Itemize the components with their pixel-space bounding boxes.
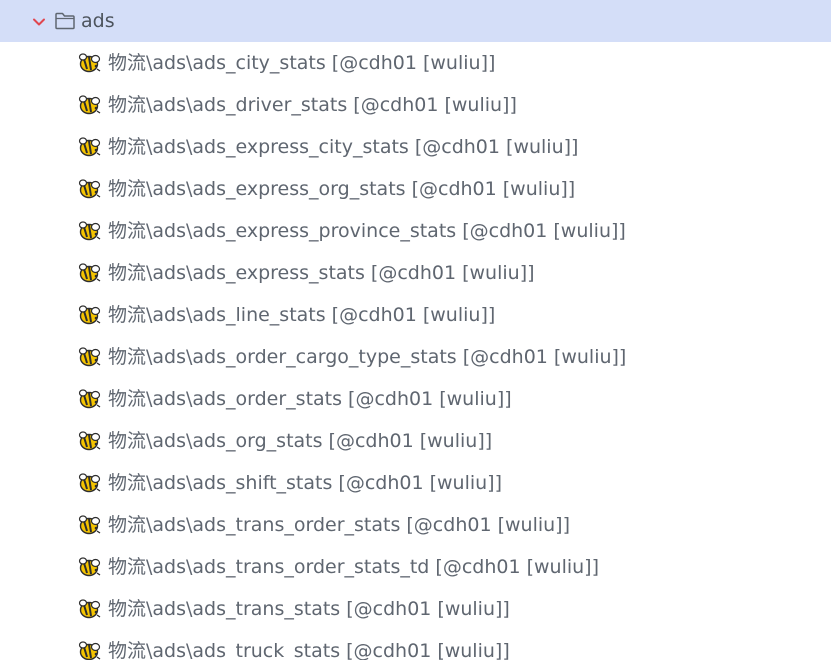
hive-bee-icon (78, 220, 102, 242)
tree-item-label: 物流\ads\ads_express_org_stats [@cdh01 [wu… (108, 178, 576, 200)
hive-bee-icon (78, 430, 102, 452)
tree-item[interactable]: 物流\ads\ads_shift_stats [@cdh01 [wuliu]] (0, 462, 831, 504)
hive-bee-icon (78, 94, 102, 116)
tree-children: 物流\ads\ads_city_stats [@cdh01 [wuliu]] 物… (0, 42, 831, 660)
hive-bee-icon (78, 556, 102, 578)
tree-item-label: 物流\ads\ads_city_stats [@cdh01 [wuliu]] (108, 52, 496, 74)
tree-item-label: 物流\ads\ads_trans_stats [@cdh01 [wuliu]] (108, 598, 510, 620)
hive-bee-icon (78, 388, 102, 410)
tree-item[interactable]: 物流\ads\ads_city_stats [@cdh01 [wuliu]] (0, 42, 831, 84)
folder-row-ads[interactable]: ads (0, 0, 831, 42)
tree-item-label: 物流\ads\ads_driver_stats [@cdh01 [wuliu]] (108, 94, 517, 116)
tree-item-label: 物流\ads\ads_trans_order_stats [@cdh01 [wu… (108, 514, 570, 536)
tree-item-label: 物流\ads\ads_express_province_stats [@cdh0… (108, 220, 626, 242)
tree-item-label: 物流\ads\ads_line_stats [@cdh01 [wuliu]] (108, 304, 496, 326)
tree-item[interactable]: 物流\ads\ads_line_stats [@cdh01 [wuliu]] (0, 294, 831, 336)
tree-item[interactable]: 物流\ads\ads_express_stats [@cdh01 [wuliu]… (0, 252, 831, 294)
tree-item[interactable]: 物流\ads\ads_trans_order_stats_td [@cdh01 … (0, 546, 831, 588)
tree-item[interactable]: 物流\ads\ads_trans_stats [@cdh01 [wuliu]] (0, 588, 831, 630)
tree-item-label: 物流\ads\ads_order_stats [@cdh01 [wuliu]] (108, 388, 512, 410)
tree-item[interactable]: 物流\ads\ads_truck_stats [@cdh01 [wuliu]] (0, 630, 831, 660)
hive-bee-icon (78, 514, 102, 536)
tree-item-label: 物流\ads\ads_trans_order_stats_td [@cdh01 … (108, 556, 600, 578)
tree-item[interactable]: 物流\ads\ads_express_org_stats [@cdh01 [wu… (0, 168, 831, 210)
tree-item-label: 物流\ads\ads_express_stats [@cdh01 [wuliu]… (108, 262, 535, 284)
hive-bee-icon (78, 262, 102, 284)
hive-bee-icon (78, 472, 102, 494)
tree-item[interactable]: 物流\ads\ads_order_cargo_type_stats [@cdh0… (0, 336, 831, 378)
hive-bee-icon (78, 178, 102, 200)
tree-item-label: 物流\ads\ads_org_stats [@cdh01 [wuliu]] (108, 430, 493, 452)
tree-item-label: 物流\ads\ads_truck_stats [@cdh01 [wuliu]] (108, 640, 510, 660)
tree-item-label: 物流\ads\ads_order_cargo_type_stats [@cdh0… (108, 346, 627, 368)
tree-item-label: 物流\ads\ads_shift_stats [@cdh01 [wuliu]] (108, 472, 503, 494)
hive-bee-icon (78, 346, 102, 368)
file-tree: ads 物流\ads\ads_city_stats [@cdh01 [wuliu… (0, 0, 831, 660)
chevron-down-icon[interactable] (32, 14, 46, 28)
folder-label: ads (81, 10, 115, 32)
tree-item-label: 物流\ads\ads_express_city_stats [@cdh01 [w… (108, 136, 579, 158)
tree-item[interactable]: 物流\ads\ads_order_stats [@cdh01 [wuliu]] (0, 378, 831, 420)
hive-bee-icon (78, 304, 102, 326)
hive-bee-icon (78, 640, 102, 660)
tree-item[interactable]: 物流\ads\ads_express_city_stats [@cdh01 [w… (0, 126, 831, 168)
hive-bee-icon (78, 52, 102, 74)
tree-item[interactable]: 物流\ads\ads_org_stats [@cdh01 [wuliu]] (0, 420, 831, 462)
tree-item[interactable]: 物流\ads\ads_driver_stats [@cdh01 [wuliu]] (0, 84, 831, 126)
tree-item[interactable]: 物流\ads\ads_trans_order_stats [@cdh01 [wu… (0, 504, 831, 546)
tree-item[interactable]: 物流\ads\ads_express_province_stats [@cdh0… (0, 210, 831, 252)
hive-bee-icon (78, 136, 102, 158)
folder-icon (54, 11, 76, 31)
hive-bee-icon (78, 598, 102, 620)
